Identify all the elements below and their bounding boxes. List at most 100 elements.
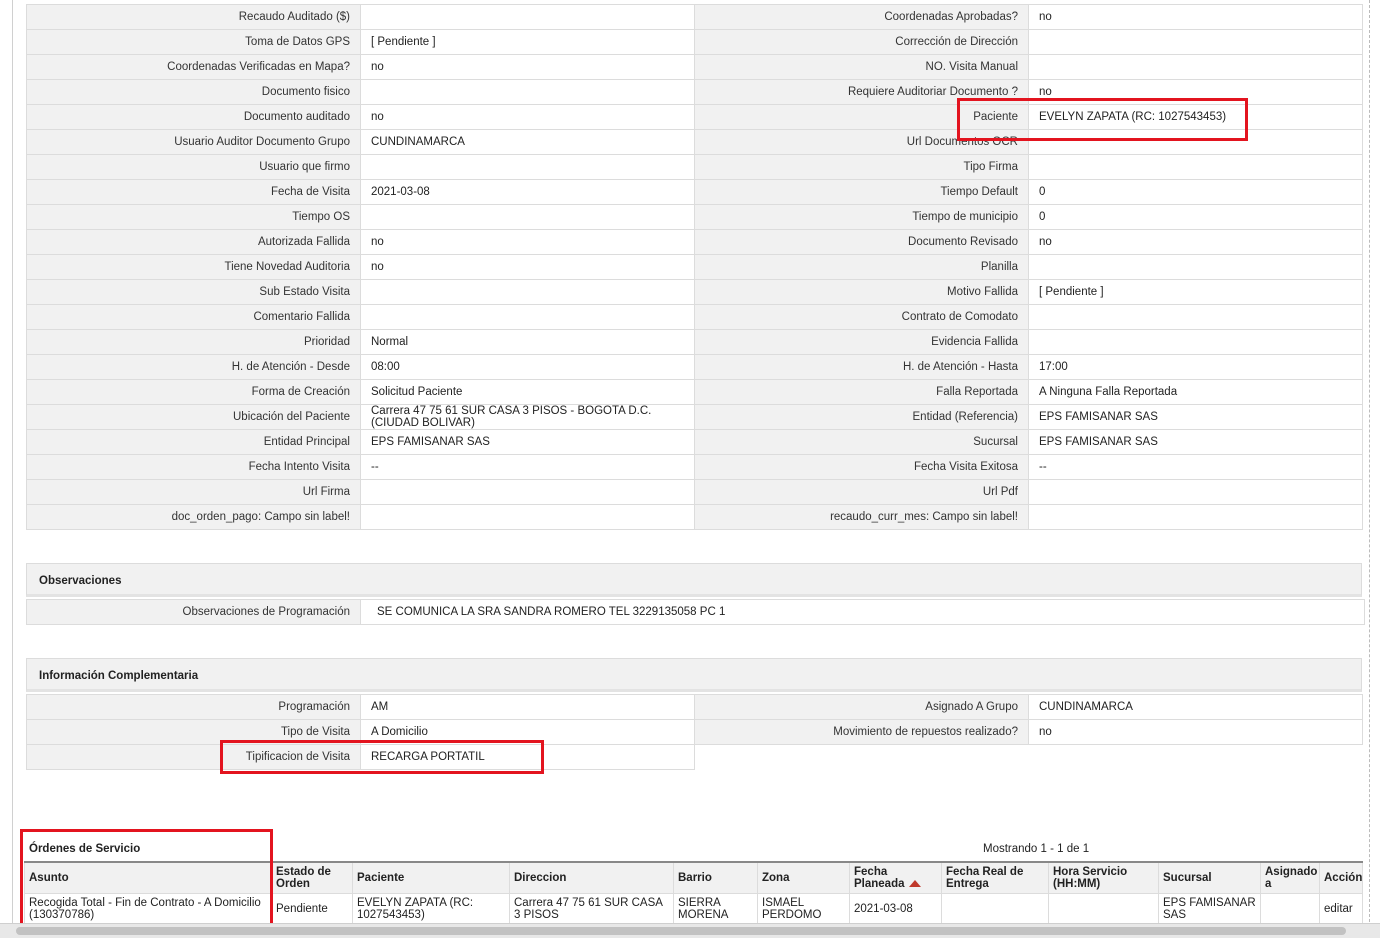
column-header-label: Fecha Real de Entrega	[946, 866, 1024, 890]
detail-label: Comentario Fallida	[26, 304, 361, 330]
edit-link[interactable]: editar	[1319, 893, 1363, 925]
table-cell	[1260, 893, 1320, 925]
detail-value	[360, 154, 695, 180]
horizontal-scrollbar-thumb[interactable]	[16, 927, 1346, 935]
complementaria-label: Programación	[26, 694, 361, 720]
detail-label: Prioridad	[26, 329, 361, 355]
column-header-label: Sucursal	[1163, 872, 1212, 884]
detail-value	[1028, 504, 1363, 530]
detail-row: Recaudo Auditado ($) Coordenadas Aprobada…	[26, 4, 1363, 30]
orders-column-header[interactable]: Sucursal	[1158, 861, 1261, 894]
detail-label: Url Pdf	[694, 479, 1029, 505]
detail-label: Usuario que firmo	[26, 154, 361, 180]
column-header-label: Asignado a	[1265, 866, 1318, 890]
detail-value	[360, 79, 695, 105]
detail-value	[360, 4, 695, 30]
orders-column-header[interactable]: Estado de Orden	[271, 861, 353, 894]
orders-column-header[interactable]: Direccion	[509, 861, 674, 894]
orders-column-header[interactable]: Acción	[1319, 861, 1363, 894]
orders-column-header[interactable]: Hora Servicio (HH:MM)	[1048, 861, 1159, 894]
detail-label: Tiene Novedad Auditoria	[26, 254, 361, 280]
pagination-summary: Mostrando 1 - 1 de 1	[983, 843, 1090, 855]
detail-row: Usuario que firmo Tipo Firma	[26, 154, 1363, 180]
detail-row: Ubicación del Paciente Carrera 47 75 61 S…	[26, 404, 1363, 430]
visit-details-table: Recaudo Auditado ($) Coordenadas Aprobada…	[26, 4, 1363, 530]
complementaria-value: no	[1028, 719, 1363, 745]
detail-value: EPS FAMISANAR SAS	[360, 429, 695, 455]
detail-label: H. de Atención - Hasta	[694, 354, 1029, 380]
column-header-label: Acción	[1324, 872, 1363, 884]
column-header-label: Barrio	[678, 872, 712, 884]
detail-value: 08:00	[360, 354, 695, 380]
detail-label: Tipo Firma	[694, 154, 1029, 180]
detail-value: [ Pendiente ]	[360, 29, 695, 55]
table-cell	[941, 893, 1049, 925]
table-cell: Carrera 47 75 61 SUR CASA 3 PISOS	[509, 893, 674, 925]
detail-value: Solicitud Paciente	[360, 379, 695, 405]
detail-row: Fecha Intento Visita -- Fecha Visita Exito…	[26, 454, 1363, 480]
detail-row: Fecha de Visita 2021-03-08 Tiempo Default 0	[26, 179, 1363, 205]
orders-column-header[interactable]: Barrio	[673, 861, 758, 894]
detail-value	[1028, 329, 1363, 355]
detail-value: 2021-03-08	[360, 179, 695, 205]
detail-value: --	[360, 454, 695, 480]
detail-label: Toma de Datos GPS	[26, 29, 361, 55]
table-cell: EVELYN ZAPATA (RC: 1027543453)	[352, 893, 510, 925]
detail-row: Comentario Fallida Contrato de Comodato	[26, 304, 1363, 330]
detail-label: Fecha de Visita	[26, 179, 361, 205]
table-cell: Pendiente	[271, 893, 353, 925]
table-cell: 2021-03-08	[849, 893, 942, 925]
detail-label: Usuario Auditor Documento Grupo	[26, 129, 361, 155]
detail-value	[1028, 154, 1363, 180]
detail-value: no	[360, 229, 695, 255]
detail-value	[1028, 54, 1363, 80]
detail-value: 17:00	[1028, 354, 1363, 380]
detail-value: Carrera 47 75 61 SUR CASA 3 PISOS - BOGO…	[360, 404, 695, 430]
detail-label: Url Firma	[26, 479, 361, 505]
page-left-border	[12, 0, 13, 937]
highlight-paciente	[957, 98, 1248, 141]
detail-value	[1028, 254, 1363, 280]
table-cell	[1048, 893, 1159, 925]
empty-cell	[695, 745, 1029, 770]
detail-label: Tiempo OS	[26, 204, 361, 230]
sort-ascending-icon[interactable]	[908, 880, 921, 888]
column-header-label: Direccion	[514, 872, 567, 884]
complementaria-label: Asignado A Grupo	[694, 694, 1029, 720]
column-header-label: Hora Servicio (HH:MM)	[1053, 866, 1128, 890]
complementaria-label: Movimiento de repuestos realizado?	[694, 719, 1029, 745]
observaciones-section: Observaciones	[26, 563, 1362, 597]
detail-row: Toma de Datos GPS[ Pendiente ] Corrección…	[26, 29, 1363, 55]
column-header-label: Estado de Orden	[276, 866, 331, 890]
column-header-label: Zona	[762, 872, 790, 884]
detail-label: doc_orden_pago: Campo sin label!	[26, 504, 361, 530]
detail-label: Tiempo Default	[694, 179, 1029, 205]
observaciones-value: SE COMUNICA LA SRA SANDRA ROMERO TEL 322…	[360, 599, 1365, 625]
detail-value	[1028, 479, 1363, 505]
complementaria-title: Información Complementaria	[26, 658, 1362, 692]
orders-column-header[interactable]: Asignado a	[1260, 861, 1320, 894]
observaciones-title: Observaciones	[26, 563, 1362, 597]
complementaria-row: Programación AM Asignado A Grupo CUNDINAMAR…	[26, 694, 1363, 720]
detail-row: Prioridad Normal Evidencia Fallida	[26, 329, 1363, 355]
empty-cell	[1029, 745, 1363, 770]
orders-column-header[interactable]: Fecha Planeada	[849, 861, 942, 894]
detail-label: Coordenadas Aprobadas?	[694, 4, 1029, 30]
detail-label: Motivo Fallida	[694, 279, 1029, 305]
orders-column-header[interactable]: Paciente	[352, 861, 510, 894]
detail-label: Coordenadas Verificadas en Mapa?	[26, 54, 361, 80]
orders-column-header[interactable]: Zona	[757, 861, 850, 894]
detail-label: Corrección de Dirección	[694, 29, 1029, 55]
detail-row: Sub Estado Visita Motivo Fallida[ Pendien…	[26, 279, 1363, 305]
detail-label: Sucursal	[694, 429, 1029, 455]
orders-column-header[interactable]: Fecha Real de Entrega	[941, 861, 1049, 894]
detail-label: Contrato de Comodato	[694, 304, 1029, 330]
column-header-label: Fecha Planeada	[854, 866, 905, 890]
detail-value: no	[1028, 229, 1363, 255]
detail-label: Entidad Principal	[26, 429, 361, 455]
detail-value	[1028, 29, 1363, 55]
horizontal-scrollbar[interactable]	[0, 923, 1380, 938]
detail-label: Fecha Visita Exitosa	[694, 454, 1029, 480]
complementaria-value: AM	[360, 694, 695, 720]
detail-value	[360, 504, 695, 530]
